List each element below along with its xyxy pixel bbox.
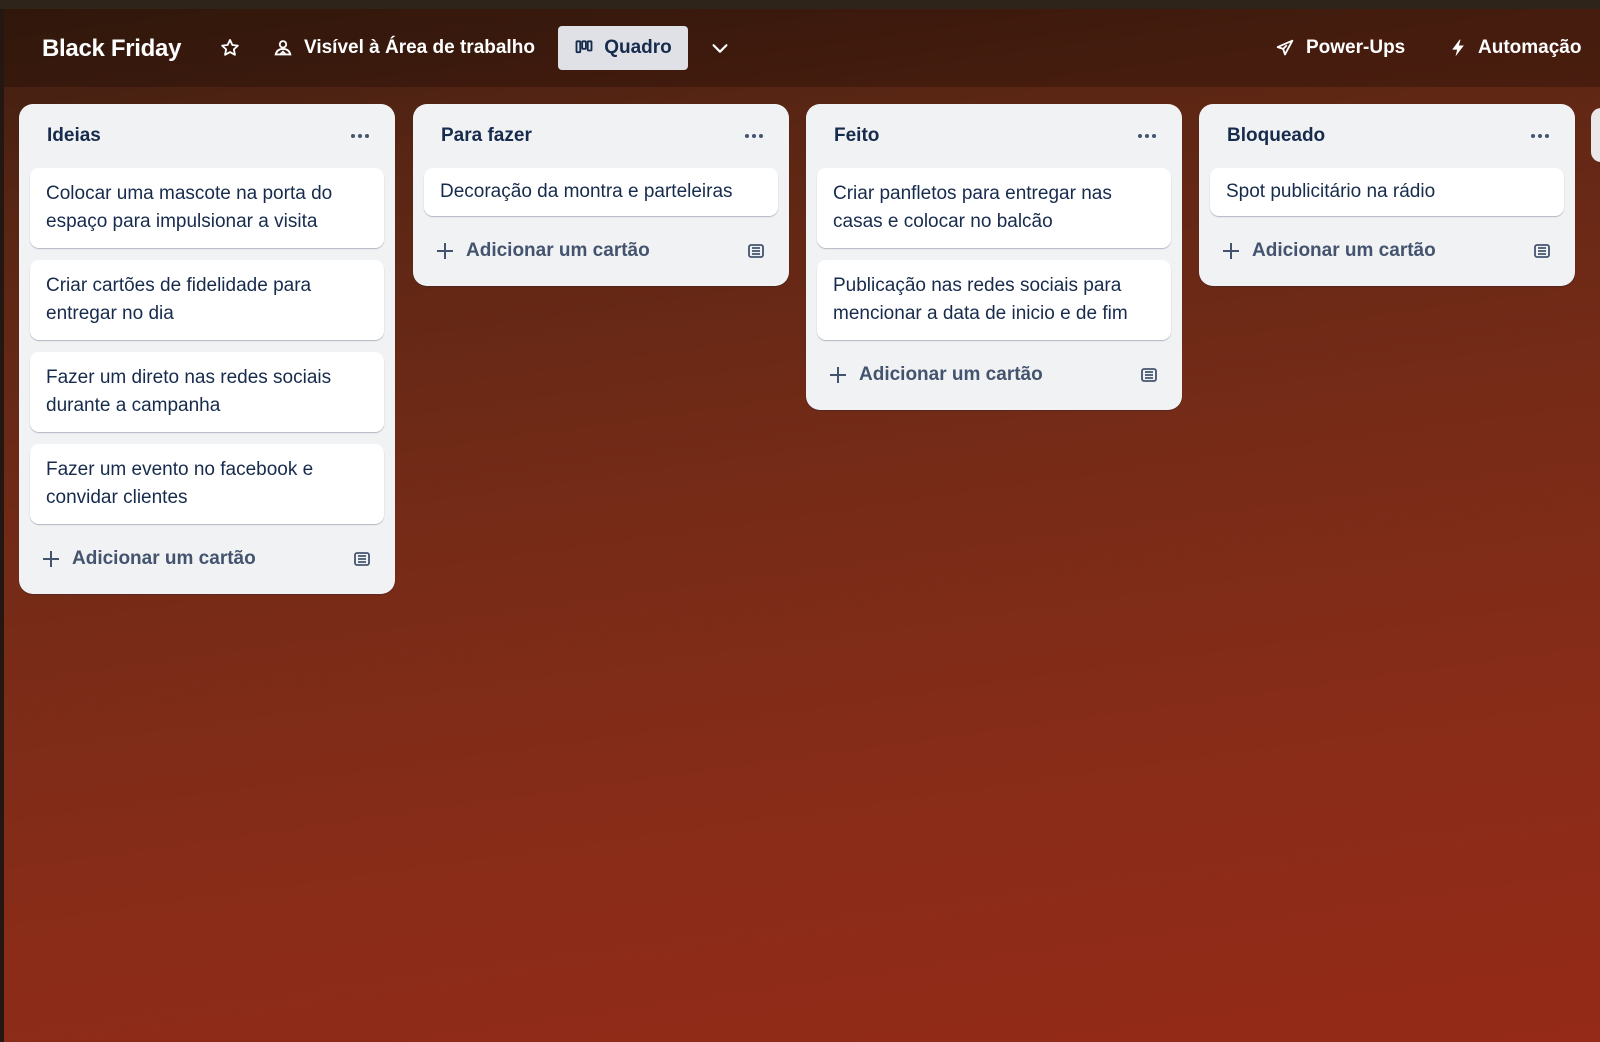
star-board-button[interactable] (210, 26, 250, 70)
card-template-icon (1141, 368, 1157, 382)
plus-icon (437, 243, 453, 259)
plus-icon (43, 551, 59, 567)
more-horizontal-icon (745, 134, 763, 138)
more-horizontal-icon (1138, 134, 1156, 138)
automation-label: Automação (1478, 37, 1582, 58)
card[interactable]: Spot publicitário na rádio (1210, 168, 1564, 216)
list-header: Feito (817, 104, 1171, 168)
window-top-border (0, 0, 1600, 9)
plus-icon (830, 367, 846, 383)
create-from-template-button[interactable] (346, 543, 378, 575)
list-para-fazer: Para fazer Decoração da montra e partele… (413, 104, 789, 286)
view-dropdown-button[interactable] (698, 26, 742, 70)
add-card-row: Adicionar um cartão (817, 350, 1171, 400)
add-card-row: Adicionar um cartão (1210, 226, 1564, 276)
add-card-button[interactable]: Adicionar um cartão (1222, 240, 1436, 262)
list-menu-button[interactable] (1129, 120, 1165, 152)
create-from-template-button[interactable] (1133, 359, 1165, 391)
list-title[interactable]: Bloqueado (1227, 125, 1325, 147)
add-card-label: Adicionar um cartão (466, 240, 650, 261)
add-card-label: Adicionar um cartão (859, 364, 1043, 385)
add-list-column-edge[interactable] (1591, 108, 1600, 162)
visibility-button[interactable]: Visível à Área de trabalho (264, 26, 543, 70)
automation-button[interactable]: Automação (1440, 26, 1589, 70)
card[interactable]: Criar panfletos para entregar nas casas … (817, 168, 1171, 248)
workspace-people-icon (272, 37, 294, 59)
view-switcher-board-button[interactable]: Quadro (558, 26, 688, 70)
list-menu-button[interactable] (342, 120, 378, 152)
list-header: Ideias (30, 104, 384, 168)
more-horizontal-icon (1531, 134, 1549, 138)
create-from-template-button[interactable] (1526, 235, 1558, 267)
more-horizontal-icon (351, 134, 369, 138)
list-menu-button[interactable] (1522, 120, 1558, 152)
card[interactable]: Fazer um direto nas redes sociais durant… (30, 352, 384, 432)
list-ideias: Ideias Colocar uma mascote na porta do e… (19, 104, 395, 594)
view-label: Quadro (604, 37, 672, 58)
add-card-label: Adicionar um cartão (72, 548, 256, 569)
rocket-icon (1274, 37, 1296, 59)
list-menu-button[interactable] (736, 120, 772, 152)
add-card-row: Adicionar um cartão (30, 534, 384, 584)
list-bloqueado: Bloqueado Spot publicitário na rádio Adi… (1199, 104, 1575, 286)
card[interactable]: Criar cartões de fidelidade para entrega… (30, 260, 384, 340)
list-title[interactable]: Feito (834, 125, 879, 147)
list-header: Bloqueado (1210, 104, 1564, 168)
plus-icon (1223, 243, 1239, 259)
card-template-icon (748, 244, 764, 258)
board-columns-icon (574, 38, 594, 58)
card[interactable]: Publicação nas redes sociais para mencio… (817, 260, 1171, 340)
card[interactable]: Fazer um evento no facebook e convidar c… (30, 444, 384, 524)
star-icon (219, 37, 241, 59)
add-card-row: Adicionar um cartão (424, 226, 778, 276)
chevron-down-icon (709, 37, 731, 59)
add-card-button[interactable]: Adicionar um cartão (42, 548, 256, 570)
powerups-label: Power-Ups (1306, 37, 1406, 58)
board-title[interactable]: Black Friday (38, 31, 185, 67)
create-from-template-button[interactable] (740, 235, 772, 267)
list-title[interactable]: Para fazer (441, 125, 532, 147)
list-header: Para fazer (424, 104, 778, 168)
powerups-button[interactable]: Power-Ups (1266, 26, 1413, 70)
card-template-icon (354, 552, 370, 566)
card-template-icon (1534, 244, 1550, 258)
window-left-border (0, 9, 4, 1042)
lightning-icon (1448, 37, 1468, 59)
add-card-button[interactable]: Adicionar um cartão (436, 240, 650, 262)
visibility-label: Visível à Área de trabalho (304, 37, 535, 58)
card[interactable]: Decoração da montra e parteleiras (424, 168, 778, 216)
add-card-button[interactable]: Adicionar um cartão (829, 364, 1043, 386)
card[interactable]: Colocar uma mascote na porta do espaço p… (30, 168, 384, 248)
list-feito: Feito Criar panfletos para entregar nas … (806, 104, 1182, 410)
list-title[interactable]: Ideias (47, 125, 101, 147)
board-header: Black Friday Visível à Área de trabalho … (4, 9, 1600, 87)
add-card-label: Adicionar um cartão (1252, 240, 1436, 261)
